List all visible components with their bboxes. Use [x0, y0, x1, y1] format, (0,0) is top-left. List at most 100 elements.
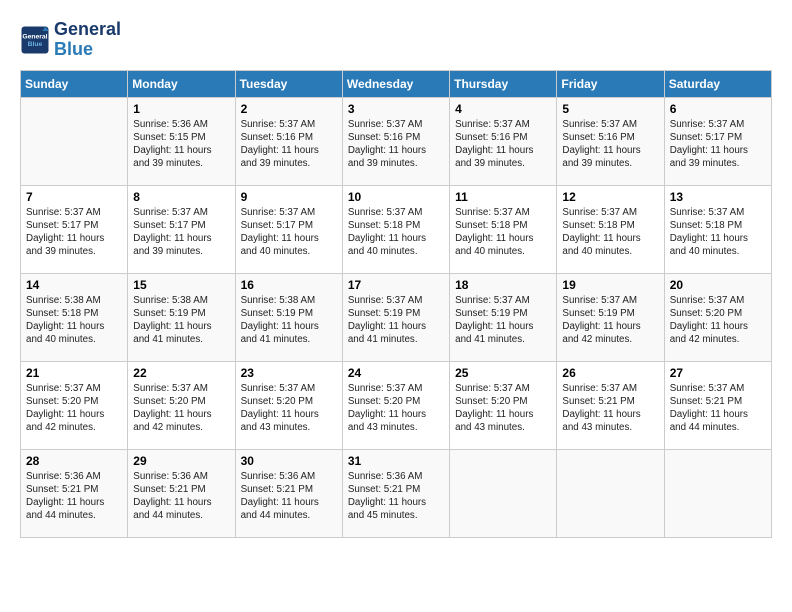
calendar-cell: [664, 449, 771, 537]
calendar-cell: 28 Sunrise: 5:36 AMSunset: 5:21 PMDayligh…: [21, 449, 128, 537]
day-number: 3: [348, 102, 444, 116]
calendar-cell: 21 Sunrise: 5:37 AMSunset: 5:20 PMDayligh…: [21, 361, 128, 449]
day-info: Sunrise: 5:37 AMSunset: 5:16 PMDaylight:…: [241, 118, 337, 171]
day-info: Sunrise: 5:36 AMSunset: 5:21 PMDaylight:…: [348, 470, 444, 523]
day-info: Sunrise: 5:37 AMSunset: 5:18 PMDaylight:…: [348, 206, 444, 259]
day-info: Sunrise: 5:38 AMSunset: 5:19 PMDaylight:…: [241, 294, 337, 347]
day-number: 16: [241, 278, 337, 292]
day-info: Sunrise: 5:37 AMSunset: 5:19 PMDaylight:…: [455, 294, 551, 347]
day-info: Sunrise: 5:37 AMSunset: 5:16 PMDaylight:…: [348, 118, 444, 171]
logo-icon: General Blue: [20, 25, 50, 55]
calendar-cell: 24Sunrise: 5:37 AMSunset: 5:20 PMDayligh…: [342, 361, 449, 449]
day-info: Sunrise: 5:37 AMSunset: 5:19 PMDaylight:…: [348, 294, 444, 347]
page-header: General Blue GeneralBlue: [20, 20, 772, 60]
calendar-cell: 11Sunrise: 5:37 AMSunset: 5:18 PMDayligh…: [450, 185, 557, 273]
calendar-cell: 1Sunrise: 5:36 AMSunset: 5:15 PMDaylight…: [128, 97, 235, 185]
day-number: 23: [241, 366, 337, 380]
day-info: Sunrise: 5:37 AMSunset: 5:20 PMDaylight:…: [455, 382, 551, 435]
calendar-cell: 7 Sunrise: 5:37 AMSunset: 5:17 PMDaylight…: [21, 185, 128, 273]
day-number: 17: [348, 278, 444, 292]
day-info: Sunrise: 5:37 AMSunset: 5:20 PMDaylight:…: [26, 382, 122, 435]
day-number: 1: [133, 102, 229, 116]
calendar-cell: 30 Sunrise: 5:36 AMSunset: 5:21 PMDayligh…: [235, 449, 342, 537]
calendar-cell: [557, 449, 664, 537]
calendar-cell: 25 Sunrise: 5:37 AMSunset: 5:20 PMDayligh…: [450, 361, 557, 449]
col-header-monday: Monday: [128, 70, 235, 97]
day-number: 15: [133, 278, 229, 292]
day-info: Sunrise: 5:37 AMSunset: 5:17 PMDaylight:…: [26, 206, 122, 259]
day-info: Sunrise: 5:36 AMSunset: 5:21 PMDaylight:…: [26, 470, 122, 523]
calendar-cell: 12Sunrise: 5:37 AMSunset: 5:18 PMDayligh…: [557, 185, 664, 273]
day-number: 22: [133, 366, 229, 380]
header-row: SundayMondayTuesdayWednesdayThursdayFrid…: [21, 70, 772, 97]
day-info: Sunrise: 5:37 AMSunset: 5:18 PMDaylight:…: [670, 206, 766, 259]
col-header-saturday: Saturday: [664, 70, 771, 97]
day-number: 31: [348, 454, 444, 468]
day-number: 19: [562, 278, 658, 292]
calendar-cell: [450, 449, 557, 537]
calendar-cell: 19Sunrise: 5:37 AMSunset: 5:19 PMDayligh…: [557, 273, 664, 361]
calendar-cell: 16 Sunrise: 5:38 AMSunset: 5:19 PMDayligh…: [235, 273, 342, 361]
day-number: 21: [26, 366, 122, 380]
col-header-friday: Friday: [557, 70, 664, 97]
calendar-cell: 27 Sunrise: 5:37 AMSunset: 5:21 PMDayligh…: [664, 361, 771, 449]
day-number: 29: [133, 454, 229, 468]
day-info: Sunrise: 5:37 AMSunset: 5:21 PMDaylight:…: [670, 382, 766, 435]
day-info: Sunrise: 5:37 AMSunset: 5:17 PMDaylight:…: [670, 118, 766, 171]
calendar-cell: 10Sunrise: 5:37 AMSunset: 5:18 PMDayligh…: [342, 185, 449, 273]
day-info: Sunrise: 5:37 AMSunset: 5:16 PMDaylight:…: [562, 118, 658, 171]
day-number: 11: [455, 190, 551, 204]
logo-text: GeneralBlue: [54, 20, 121, 60]
day-number: 6: [670, 102, 766, 116]
day-info: Sunrise: 5:37 AMSunset: 5:16 PMDaylight:…: [455, 118, 551, 171]
day-info: Sunrise: 5:38 AMSunset: 5:19 PMDaylight:…: [133, 294, 229, 347]
day-number: 4: [455, 102, 551, 116]
week-row-1: 1Sunrise: 5:36 AMSunset: 5:15 PMDaylight…: [21, 97, 772, 185]
day-number: 27: [670, 366, 766, 380]
day-info: Sunrise: 5:37 AMSunset: 5:20 PMDaylight:…: [670, 294, 766, 347]
day-number: 25: [455, 366, 551, 380]
day-info: Sunrise: 5:36 AMSunset: 5:21 PMDaylight:…: [133, 470, 229, 523]
calendar-cell: 4 Sunrise: 5:37 AMSunset: 5:16 PMDaylight…: [450, 97, 557, 185]
day-info: Sunrise: 5:38 AMSunset: 5:18 PMDaylight:…: [26, 294, 122, 347]
col-header-thursday: Thursday: [450, 70, 557, 97]
col-header-tuesday: Tuesday: [235, 70, 342, 97]
col-header-sunday: Sunday: [21, 70, 128, 97]
day-info: Sunrise: 5:37 AMSunset: 5:20 PMDaylight:…: [133, 382, 229, 435]
calendar-cell: 13 Sunrise: 5:37 AMSunset: 5:18 PMDayligh…: [664, 185, 771, 273]
calendar-cell: 22 Sunrise: 5:37 AMSunset: 5:20 PMDayligh…: [128, 361, 235, 449]
week-row-5: 28 Sunrise: 5:36 AMSunset: 5:21 PMDayligh…: [21, 449, 772, 537]
day-number: 12: [562, 190, 658, 204]
week-row-3: 14 Sunrise: 5:38 AMSunset: 5:18 PMDayligh…: [21, 273, 772, 361]
calendar-cell: 23Sunrise: 5:37 AMSunset: 5:20 PMDayligh…: [235, 361, 342, 449]
day-info: Sunrise: 5:37 AMSunset: 5:17 PMDaylight:…: [241, 206, 337, 259]
calendar-cell: 29 Sunrise: 5:36 AMSunset: 5:21 PMDayligh…: [128, 449, 235, 537]
calendar-cell: 20Sunrise: 5:37 AMSunset: 5:20 PMDayligh…: [664, 273, 771, 361]
day-number: 18: [455, 278, 551, 292]
day-info: Sunrise: 5:37 AMSunset: 5:17 PMDaylight:…: [133, 206, 229, 259]
day-number: 28: [26, 454, 122, 468]
calendar-cell: 2 Sunrise: 5:37 AMSunset: 5:16 PMDaylight…: [235, 97, 342, 185]
calendar-cell: 14 Sunrise: 5:38 AMSunset: 5:18 PMDayligh…: [21, 273, 128, 361]
day-number: 9: [241, 190, 337, 204]
svg-text:Blue: Blue: [28, 41, 43, 48]
day-number: 13: [670, 190, 766, 204]
logo: General Blue GeneralBlue: [20, 20, 121, 60]
day-info: Sunrise: 5:37 AMSunset: 5:20 PMDaylight:…: [348, 382, 444, 435]
day-number: 2: [241, 102, 337, 116]
day-number: 26: [562, 366, 658, 380]
day-number: 14: [26, 278, 122, 292]
day-number: 30: [241, 454, 337, 468]
day-info: Sunrise: 5:37 AMSunset: 5:21 PMDaylight:…: [562, 382, 658, 435]
calendar-cell: 8Sunrise: 5:37 AMSunset: 5:17 PMDaylight…: [128, 185, 235, 273]
calendar-cell: 17 Sunrise: 5:37 AMSunset: 5:19 PMDayligh…: [342, 273, 449, 361]
calendar-cell: 5Sunrise: 5:37 AMSunset: 5:16 PMDaylight…: [557, 97, 664, 185]
day-info: Sunrise: 5:36 AMSunset: 5:21 PMDaylight:…: [241, 470, 337, 523]
calendar-cell: [21, 97, 128, 185]
day-number: 7: [26, 190, 122, 204]
calendar-table: SundayMondayTuesdayWednesdayThursdayFrid…: [20, 70, 772, 538]
calendar-cell: 31 Sunrise: 5:36 AMSunset: 5:21 PMDayligh…: [342, 449, 449, 537]
calendar-cell: 26 Sunrise: 5:37 AMSunset: 5:21 PMDayligh…: [557, 361, 664, 449]
svg-text:General: General: [22, 33, 47, 40]
week-row-4: 21 Sunrise: 5:37 AMSunset: 5:20 PMDayligh…: [21, 361, 772, 449]
